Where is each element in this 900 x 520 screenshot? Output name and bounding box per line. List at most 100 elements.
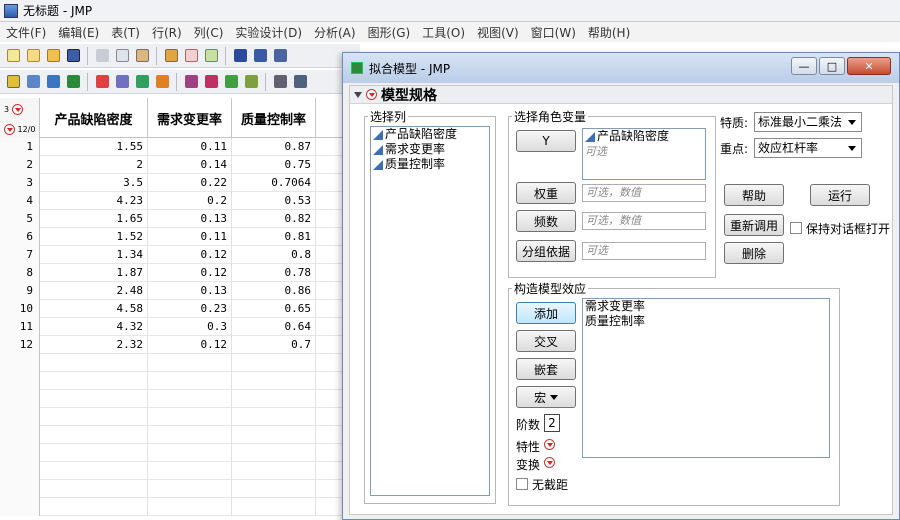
table-cell[interactable]: 0.11 bbox=[148, 138, 232, 156]
attributes-menu-icon[interactable] bbox=[544, 439, 555, 450]
row-number[interactable]: 11 bbox=[0, 318, 40, 336]
table-cell[interactable]: 0.3 bbox=[148, 318, 232, 336]
row-number[interactable]: 9 bbox=[0, 282, 40, 300]
run-button[interactable]: 运行 bbox=[810, 184, 870, 206]
freq-field[interactable]: 可选，数值 bbox=[582, 212, 706, 230]
degree-field[interactable]: 2 bbox=[544, 414, 560, 432]
effects-list[interactable]: 需求变更率 质量控制率 bbox=[582, 298, 830, 458]
table-cell[interactable]: 0.82 bbox=[232, 210, 316, 228]
graph-builder-icon[interactable] bbox=[93, 73, 111, 91]
help-button[interactable]: 帮助 bbox=[724, 184, 784, 206]
minimize-icon[interactable]: — bbox=[791, 57, 817, 75]
bubble-icon[interactable] bbox=[133, 73, 151, 91]
table-cell[interactable]: 1.34 bbox=[40, 246, 148, 264]
disclosure-icon[interactable] bbox=[354, 91, 362, 98]
row-number[interactable]: 10 bbox=[0, 300, 40, 318]
multivariate-icon[interactable] bbox=[64, 73, 82, 91]
recall-button[interactable]: 重新调用 bbox=[724, 214, 784, 236]
columns-list[interactable]: 产品缺陷密度 需求变更率 质量控制率 bbox=[370, 126, 490, 496]
by-field[interactable]: 可选 bbox=[582, 242, 706, 260]
table-cell[interactable]: 0.13 bbox=[148, 210, 232, 228]
row-number[interactable]: 5 bbox=[0, 210, 40, 228]
weight-field[interactable]: 可选，数值 bbox=[582, 184, 706, 202]
table-cell[interactable]: 0.75 bbox=[232, 156, 316, 174]
table-row[interactable]: 1 1.55 0.11 0.87 bbox=[0, 138, 345, 156]
table-cell[interactable]: 0.87 bbox=[232, 138, 316, 156]
menu-doe[interactable]: 实验设计(D) bbox=[229, 24, 308, 41]
menu-window[interactable]: 窗口(W) bbox=[525, 24, 582, 41]
row-number[interactable]: 12 bbox=[0, 336, 40, 354]
join-icon[interactable] bbox=[271, 47, 289, 65]
close-icon[interactable]: ✕ bbox=[847, 57, 891, 75]
row-number[interactable]: 4 bbox=[0, 192, 40, 210]
table-cell[interactable]: 0.7 bbox=[232, 336, 316, 354]
list-item[interactable]: 质量控制率 bbox=[583, 314, 829, 329]
table-cell[interactable]: 1.52 bbox=[40, 228, 148, 246]
menu-rows[interactable]: 行(R) bbox=[146, 24, 188, 41]
table-row[interactable]: 10 4.58 0.23 0.65 bbox=[0, 300, 345, 318]
y-role-button[interactable]: Y bbox=[516, 130, 576, 152]
table-cell[interactable]: 0.81 bbox=[232, 228, 316, 246]
paste-icon[interactable] bbox=[133, 47, 151, 65]
table-cell[interactable]: 0.78 bbox=[232, 264, 316, 282]
macros-button[interactable]: 宏 bbox=[516, 386, 576, 408]
model-spec-menu-icon[interactable] bbox=[366, 89, 377, 100]
freq-button[interactable]: 频数 bbox=[516, 210, 576, 232]
list-item[interactable]: 质量控制率 bbox=[371, 157, 489, 172]
add-button[interactable]: 添加 bbox=[516, 302, 576, 324]
personality-select[interactable]: 标准最小二乘法 bbox=[754, 112, 862, 132]
table-cell[interactable]: 1.87 bbox=[40, 264, 148, 282]
keep-open-checkbox[interactable] bbox=[790, 222, 802, 234]
rows-menu-icon[interactable] bbox=[4, 124, 15, 135]
split-col-icon[interactable] bbox=[231, 47, 249, 65]
menu-view[interactable]: 视图(V) bbox=[471, 24, 525, 41]
journal-icon[interactable] bbox=[162, 47, 180, 65]
table-cell[interactable]: 4.32 bbox=[40, 318, 148, 336]
fit-model-icon[interactable] bbox=[44, 73, 62, 91]
table-row[interactable]: 2 2 0.14 0.75 bbox=[0, 156, 345, 174]
y-role-list[interactable]: 产品缺陷密度 可选 bbox=[582, 128, 706, 180]
list-item[interactable]: 需求变更率 bbox=[371, 142, 489, 157]
cross-button[interactable]: 交叉 bbox=[516, 330, 576, 352]
table-cell[interactable]: 0.8 bbox=[232, 246, 316, 264]
profiler-icon[interactable] bbox=[153, 73, 171, 91]
row-number[interactable]: 2 bbox=[0, 156, 40, 174]
save-icon[interactable] bbox=[64, 47, 82, 65]
table-cell[interactable]: 0.13 bbox=[148, 282, 232, 300]
no-intercept-checkbox[interactable] bbox=[516, 478, 528, 490]
table-cell[interactable]: 0.11 bbox=[148, 228, 232, 246]
table-cell[interactable]: 0.22 bbox=[148, 174, 232, 192]
table-row[interactable]: 7 1.34 0.12 0.8 bbox=[0, 246, 345, 264]
table-cell[interactable]: 0.23 bbox=[148, 300, 232, 318]
menu-tools[interactable]: 工具(O) bbox=[416, 24, 471, 41]
table-row[interactable]: 11 4.32 0.3 0.64 bbox=[0, 318, 345, 336]
column-header-qc-rate[interactable]: 质量控制率 bbox=[232, 98, 316, 138]
row-number[interactable]: 8 bbox=[0, 264, 40, 282]
table-cell[interactable]: 2 bbox=[40, 156, 148, 174]
table-row[interactable]: 9 2.48 0.13 0.86 bbox=[0, 282, 345, 300]
new-table-icon[interactable] bbox=[4, 47, 22, 65]
list-item[interactable]: 需求变更率 bbox=[583, 299, 829, 314]
control-chart-icon[interactable] bbox=[182, 73, 200, 91]
menu-graph[interactable]: 图形(G) bbox=[362, 24, 417, 41]
scatter-icon[interactable] bbox=[113, 73, 131, 91]
table-grid-icon[interactable] bbox=[271, 73, 289, 91]
distribution-icon[interactable] bbox=[4, 73, 22, 91]
copy-icon[interactable] bbox=[113, 47, 131, 65]
stack-icon[interactable] bbox=[251, 47, 269, 65]
list-item[interactable]: 产品缺陷密度 bbox=[583, 129, 705, 144]
new-script-icon[interactable] bbox=[24, 47, 42, 65]
tabulate-icon[interactable] bbox=[291, 73, 309, 91]
maximize-icon[interactable]: □ bbox=[819, 57, 845, 75]
table-cell[interactable]: 2.32 bbox=[40, 336, 148, 354]
column-header-change-rate[interactable]: 需求变更率 bbox=[148, 98, 232, 138]
table-cell[interactable]: 4.58 bbox=[40, 300, 148, 318]
table-corner[interactable]: 3 12/0 bbox=[0, 98, 40, 138]
open-folder-icon[interactable] bbox=[44, 47, 62, 65]
table-cell[interactable]: 0.14 bbox=[148, 156, 232, 174]
table-cell[interactable]: 4.23 bbox=[40, 192, 148, 210]
menu-file[interactable]: 文件(F) bbox=[0, 24, 52, 41]
table-cell[interactable]: 0.12 bbox=[148, 264, 232, 282]
table-cell[interactable]: 0.65 bbox=[232, 300, 316, 318]
row-number[interactable]: 6 bbox=[0, 228, 40, 246]
